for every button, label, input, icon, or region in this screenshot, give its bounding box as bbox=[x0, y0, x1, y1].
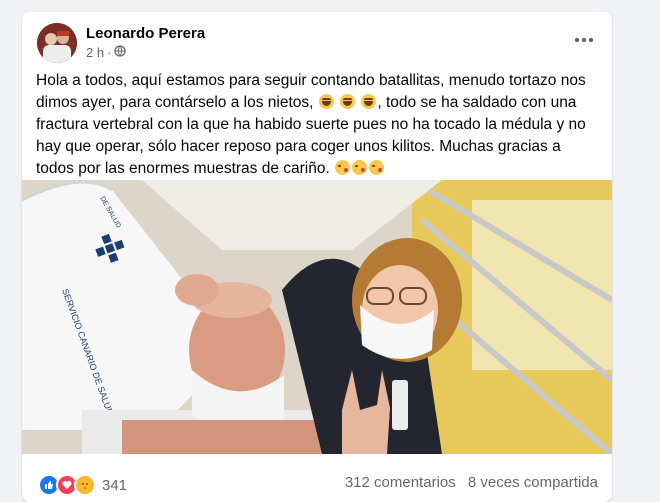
laughing-emoji bbox=[318, 94, 334, 109]
author-name[interactable]: Leonardo Perera bbox=[86, 25, 205, 42]
kissing-heart-emoji bbox=[352, 160, 368, 175]
laughing-emoji bbox=[361, 94, 377, 109]
comments-count[interactable]: 312 comentarios bbox=[345, 474, 456, 491]
post-meta: 2 h · bbox=[86, 45, 127, 60]
shares-count[interactable]: 8 veces compartida bbox=[468, 474, 598, 491]
reaction-count[interactable]: 341 bbox=[102, 477, 127, 494]
care-icon bbox=[74, 474, 96, 496]
post-photo[interactable]: SERVICIO CANARIO DE SALUD DE SALUD bbox=[22, 180, 612, 454]
post-time[interactable]: 2 h bbox=[86, 45, 104, 60]
more-options-icon[interactable] bbox=[570, 30, 598, 50]
kissing-heart-emoji bbox=[335, 160, 351, 175]
meta-separator: · bbox=[107, 45, 112, 60]
post-card: Leonardo Perera 2 h · Hola a todos, aquí… bbox=[22, 12, 612, 502]
kissing-heart-emoji bbox=[369, 160, 385, 175]
globe-icon[interactable] bbox=[114, 45, 127, 60]
laughing-emoji bbox=[340, 94, 356, 109]
post-text: Hola a todos, aquí estamos para seguir c… bbox=[36, 70, 596, 180]
reactions-summary[interactable]: 341 bbox=[38, 474, 127, 496]
avatar[interactable] bbox=[37, 23, 77, 63]
post-stats: 312 comentarios 8 veces compartida bbox=[337, 474, 598, 491]
post-footer: 341 312 comentarios 8 veces compartida bbox=[22, 454, 612, 502]
